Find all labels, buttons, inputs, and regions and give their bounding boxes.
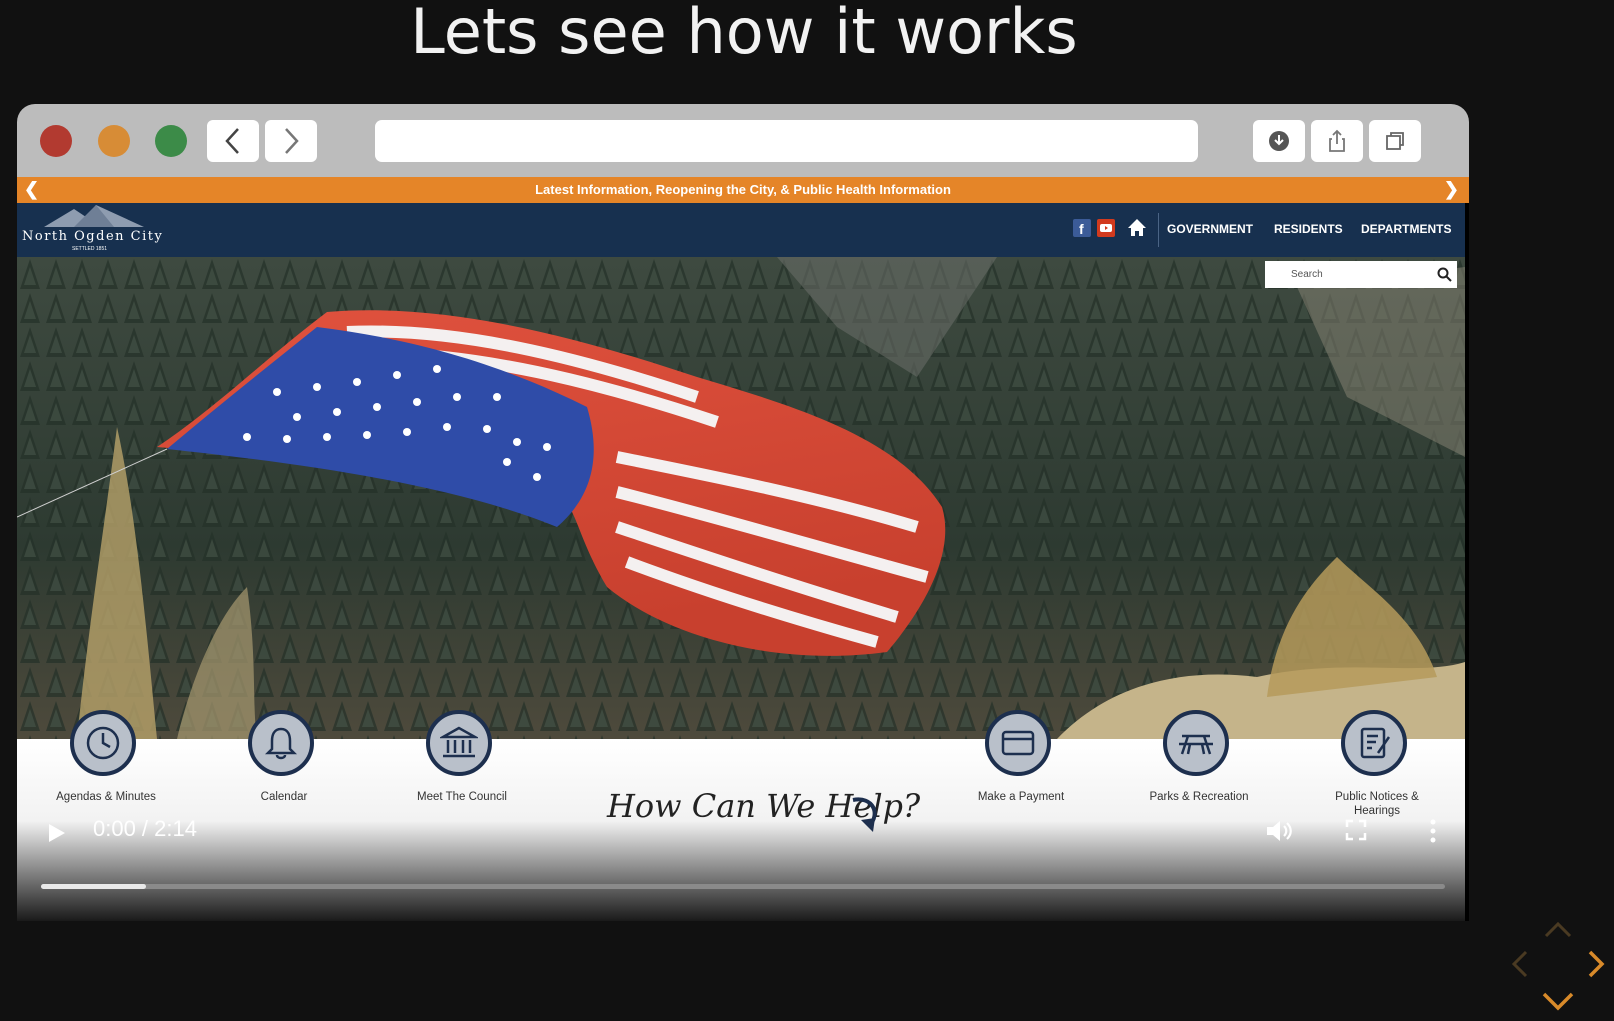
fullscreen-icon[interactable] <box>1344 818 1368 842</box>
site-header: North Ogden City SETTLED 1851 f GOVERNME… <box>17 203 1465 257</box>
banner-text[interactable]: Latest Information, Reopening the City, … <box>535 182 951 197</box>
picnic-table-icon <box>1179 734 1213 755</box>
slide-title: Lets see how it works <box>410 0 1078 68</box>
card-icon <box>1001 730 1035 756</box>
alert-banner[interactable]: ❮ Latest Information, Reopening the City… <box>17 177 1469 203</box>
mountain-logo-icon <box>44 205 144 227</box>
nav-government[interactable]: GOVERNMENT <box>1167 222 1253 236</box>
banner-prev-icon[interactable]: ❮ <box>24 177 39 201</box>
slide-up-icon <box>1544 921 1572 938</box>
council-link[interactable] <box>426 710 492 776</box>
svg-text:f: f <box>1079 221 1084 237</box>
banner-next-icon[interactable]: ❯ <box>1444 177 1459 201</box>
nav-residents[interactable]: RESIDENTS <box>1274 222 1343 236</box>
forward-button[interactable] <box>265 120 317 162</box>
maximize-window-button[interactable] <box>155 125 187 157</box>
nav-divider <box>1158 213 1159 247</box>
city-settled: SETTLED 1851 <box>72 246 108 252</box>
bell-icon <box>264 727 298 760</box>
calendar-link[interactable] <box>248 710 314 776</box>
download-icon <box>1269 131 1289 151</box>
notice-icon <box>1360 727 1391 759</box>
facebook-icon[interactable]: f <box>1073 219 1091 237</box>
tabs-icon <box>1386 132 1404 150</box>
notices-label[interactable]: Public Notices & Hearings <box>1317 790 1437 818</box>
tabs-button[interactable] <box>1369 120 1421 162</box>
youtube-icon[interactable] <box>1097 219 1115 237</box>
site-search-input[interactable]: Search <box>1265 261 1457 288</box>
video-progress-fill <box>41 884 147 889</box>
video-progress-bar[interactable] <box>41 884 1445 889</box>
chevron-left-icon <box>225 128 239 154</box>
download-button[interactable] <box>1253 120 1305 162</box>
payment-label[interactable]: Make a Payment <box>961 790 1081 804</box>
search-placeholder: Search <box>1291 269 1323 280</box>
slide-left-icon <box>1511 950 1528 978</box>
share-button[interactable] <box>1311 120 1363 162</box>
agendas-link[interactable] <box>70 710 136 776</box>
parks-label[interactable]: Parks & Recreation <box>1139 790 1259 804</box>
agendas-label[interactable]: Agendas & Minutes <box>46 790 166 804</box>
play-icon[interactable] <box>47 822 67 844</box>
help-section <box>17 739 1465 921</box>
more-options-icon[interactable] <box>1429 818 1437 844</box>
notices-link[interactable] <box>1341 710 1407 776</box>
council-label[interactable]: Meet The Council <box>402 790 522 804</box>
close-window-button[interactable] <box>40 125 72 157</box>
address-bar[interactable] <box>375 120 1198 162</box>
slide-down-icon[interactable] <box>1542 992 1574 1011</box>
slide-navigation <box>1511 921 1605 1011</box>
browser-toolbar <box>17 104 1469 177</box>
curved-arrow-icon <box>852 797 877 832</box>
chevron-right-icon <box>285 128 299 154</box>
city-logo[interactable]: North Ogden City SETTLED 1851 <box>22 205 172 255</box>
city-name: North Ogden City <box>22 229 164 244</box>
calendar-label[interactable]: Calendar <box>224 790 344 804</box>
nav-departments[interactable]: DEPARTMENTS <box>1361 222 1451 236</box>
video-time: 0:00 / 2:14 <box>93 816 197 841</box>
parks-link[interactable] <box>1163 710 1229 776</box>
payment-link[interactable] <box>985 710 1051 776</box>
clock-icon <box>86 726 120 760</box>
share-icon <box>1329 129 1345 152</box>
search-icon[interactable] <box>1437 267 1452 282</box>
minimize-window-button[interactable] <box>98 125 130 157</box>
home-icon[interactable] <box>1127 218 1147 238</box>
back-button[interactable] <box>207 120 259 162</box>
slide-right-icon[interactable] <box>1588 950 1605 978</box>
video-player[interactable]: ❮ Latest Information, Reopening the City… <box>17 104 1469 921</box>
volume-icon[interactable] <box>1265 818 1295 844</box>
hero-image <box>17 257 1465 739</box>
capitol-icon <box>440 726 478 758</box>
